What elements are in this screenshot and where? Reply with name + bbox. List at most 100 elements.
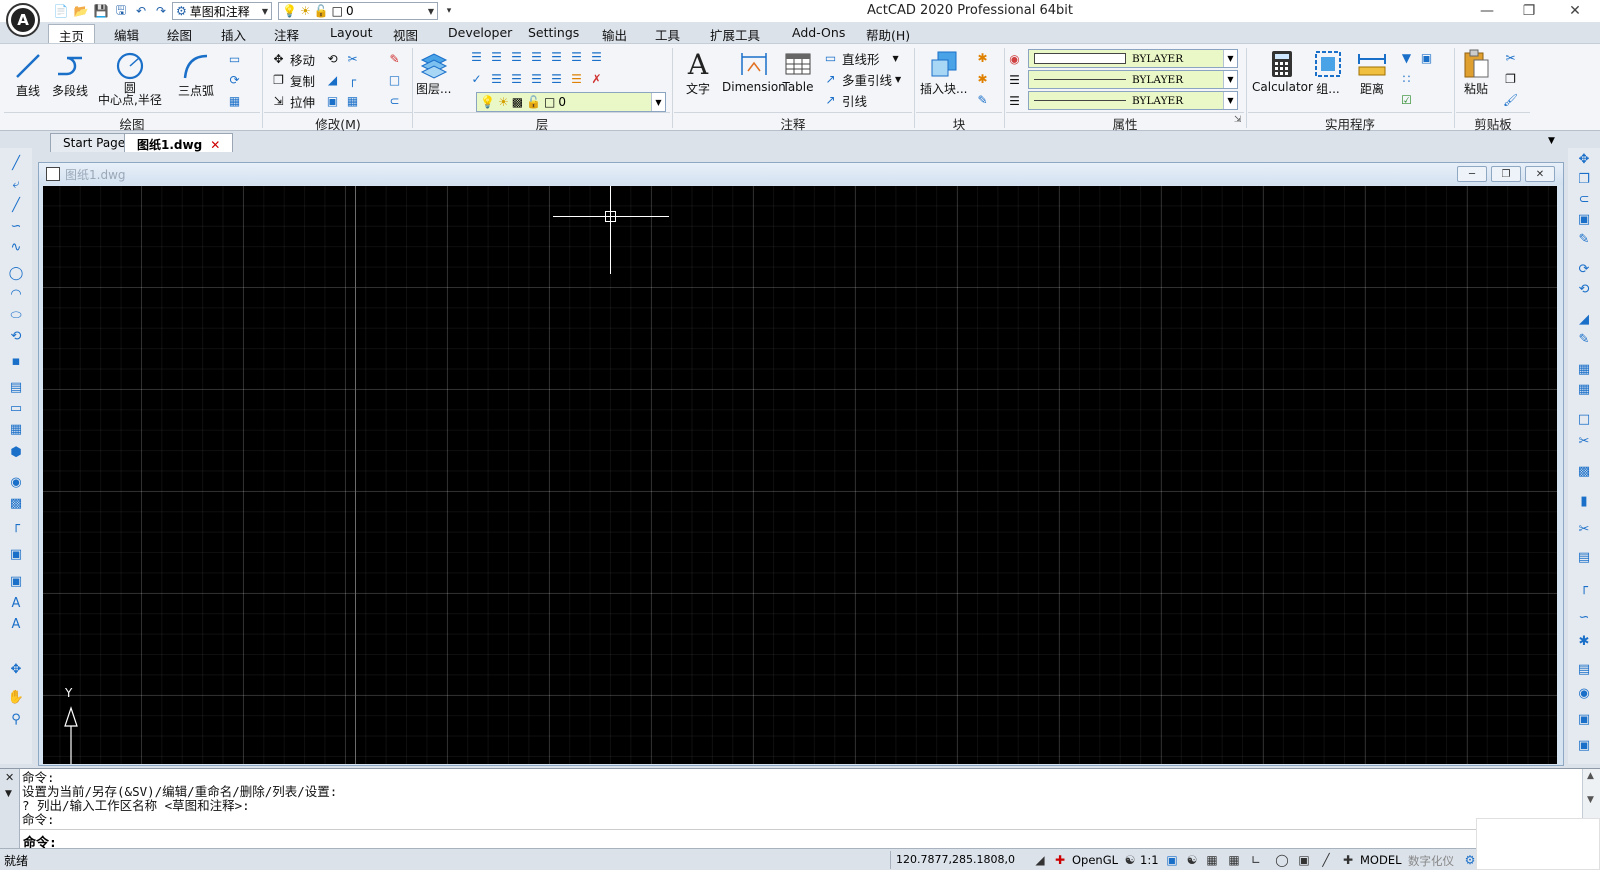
- close-command-icon[interactable]: ✕: [5, 771, 14, 784]
- layer-match-icon[interactable]: ☰: [508, 49, 525, 66]
- rectangle-button[interactable]: ▭: [226, 49, 243, 69]
- move-button[interactable]: ✥ 移动: [270, 49, 315, 69]
- purge-icon[interactable]: ☑: [1398, 92, 1415, 109]
- table-button[interactable]: Table: [782, 48, 814, 94]
- mdi-minimize-button[interactable]: ─: [1457, 166, 1487, 182]
- tab-help[interactable]: 帮助(H): [856, 24, 920, 43]
- layer-previous-icon[interactable]: ☰: [488, 49, 505, 66]
- mtext-tool-icon[interactable]: A: [6, 615, 26, 633]
- revolve-tool-icon[interactable]: ⟲: [1574, 280, 1594, 298]
- text-tool-icon[interactable]: A: [6, 594, 26, 612]
- annotation-visibility-icon[interactable]: ▣: [1164, 852, 1180, 868]
- layer-delete-icon[interactable]: ✗: [588, 71, 605, 88]
- tab-annotate[interactable]: 注释: [264, 24, 309, 43]
- linetype-select[interactable]: BYLAYER ▼: [1028, 70, 1238, 89]
- tab-edit[interactable]: 编辑: [104, 24, 149, 43]
- pencil-tool-icon[interactable]: ✎: [1574, 330, 1594, 348]
- mirror-tool-icon[interactable]: ◢: [1574, 310, 1594, 328]
- lineweight-display-icon[interactable]: ✚: [1340, 852, 1356, 868]
- dynamic-input-icon[interactable]: ◢: [1032, 852, 1048, 868]
- circle-tool-icon[interactable]: ◯: [6, 264, 26, 282]
- tab-insert[interactable]: 插入: [211, 24, 256, 43]
- color-select[interactable]: BYLAYER ▼: [1028, 49, 1238, 68]
- create-block-button[interactable]: ✱: [974, 48, 991, 68]
- table-tool-icon[interactable]: ▤: [6, 378, 26, 396]
- ortho-mode-icon[interactable]: ∟: [1248, 852, 1264, 868]
- tab-add-ons[interactable]: Add-Ons: [782, 24, 855, 43]
- group-button[interactable]: 组...: [1312, 48, 1344, 97]
- join-tool-icon[interactable]: ✂: [1574, 520, 1594, 538]
- properties-tool-icon[interactable]: ▤: [1574, 660, 1594, 678]
- tab-output[interactable]: 输出: [592, 24, 637, 43]
- region-tool-icon[interactable]: ⬢: [6, 443, 26, 461]
- model-space-canvas[interactable]: Y: [43, 186, 1557, 764]
- layer-on-icon[interactable]: ☰: [528, 71, 545, 88]
- scroll-up-icon[interactable]: ▲: [1587, 771, 1594, 781]
- layer-walk-icon[interactable]: ☰: [488, 71, 505, 88]
- ellipse-arc-tool-icon[interactable]: ⟲: [6, 327, 26, 345]
- pan-tool-icon[interactable]: ✥: [6, 660, 26, 678]
- block-tool-icon[interactable]: ▣: [6, 572, 26, 590]
- layer-off-icon[interactable]: ☰: [548, 49, 565, 66]
- rotate-button[interactable]: ⟲ ✂: [324, 49, 361, 69]
- arc-tool-icon[interactable]: ◠: [6, 285, 26, 303]
- group-tool-icon[interactable]: ▣: [1574, 710, 1594, 728]
- layer-thaw-icon[interactable]: ☰: [548, 71, 565, 88]
- explode-button[interactable]: ⊂: [386, 91, 403, 111]
- text-button[interactable]: A 文字: [682, 48, 714, 97]
- restore-button[interactable]: ❐: [1506, 0, 1552, 22]
- close-button[interactable]: ✕: [1552, 0, 1598, 22]
- filter-icon[interactable]: ▼: [1398, 50, 1415, 67]
- explode-tool-icon[interactable]: ✱: [1574, 632, 1594, 650]
- tab-tools[interactable]: 工具: [645, 24, 690, 43]
- linetype-button[interactable]: ☰: [1006, 70, 1023, 90]
- hatch-tool-icon[interactable]: ▦: [6, 420, 26, 438]
- stretch-button[interactable]: ⇲ 拉伸: [270, 91, 315, 111]
- wipeout-tool-icon[interactable]: ▩: [6, 494, 26, 512]
- utilities-group-label[interactable]: 实用程序: [1248, 112, 1452, 132]
- modify-group-label[interactable]: 修改(M): [264, 112, 412, 132]
- line-tool-icon[interactable]: ╱: [6, 154, 26, 172]
- color-picker-button[interactable]: ◉: [1006, 49, 1023, 69]
- grid-display-icon[interactable]: ▦: [1226, 852, 1242, 868]
- point-tool-icon[interactable]: ▪: [6, 352, 26, 370]
- break-tool-icon[interactable]: ▮: [1574, 492, 1594, 510]
- mirror-button[interactable]: ◢ ┌: [324, 70, 361, 90]
- insert-block-button[interactable]: 插入块...: [920, 48, 967, 97]
- app-menu-button[interactable]: A: [6, 3, 40, 37]
- polyline-tool-icon[interactable]: ⤶: [6, 175, 26, 193]
- model-space-toggle[interactable]: MODEL: [1360, 853, 1402, 867]
- layer-select[interactable]: 💡 ☀ ▩ 🔓 □ 0 ▼: [476, 92, 666, 112]
- move-tool-icon[interactable]: ✥: [1574, 150, 1594, 168]
- hardware-acceleration-icon[interactable]: ✚: [1052, 852, 1068, 868]
- paste-button[interactable]: 粘贴: [1460, 48, 1492, 97]
- close-tab-icon[interactable]: ✕: [210, 138, 220, 152]
- layer-make-current-icon[interactable]: ✓: [468, 71, 485, 88]
- quick-select-icon[interactable]: ▣: [1418, 50, 1435, 67]
- erase-tool-icon[interactable]: ✎: [1574, 230, 1594, 248]
- polyline-button[interactable]: 多段线: [52, 50, 88, 99]
- auto-scale-icon[interactable]: ☯: [1184, 852, 1200, 868]
- blend-tool-icon[interactable]: ∽: [1574, 608, 1594, 626]
- three-point-arc-button[interactable]: 三点弧: [178, 50, 214, 99]
- layer-state-icon[interactable]: ☰: [468, 49, 485, 66]
- hand-tool-icon[interactable]: ✋: [6, 688, 26, 706]
- distance-button[interactable]: 距离: [1356, 48, 1388, 97]
- layer-unlock-icon[interactable]: ☰: [568, 71, 585, 88]
- properties-group-label[interactable]: 属性: [1006, 112, 1244, 132]
- line-button[interactable]: 直线: [12, 50, 44, 99]
- command-options-icon[interactable]: ▼: [5, 789, 12, 799]
- tab-settings[interactable]: Settings: [518, 24, 589, 43]
- rectangle-tool-icon[interactable]: ▭: [6, 399, 26, 417]
- freehand-tool-icon[interactable]: ∿: [6, 238, 26, 256]
- rotate-small-button[interactable]: ⟳: [226, 70, 243, 90]
- layer-lock-icon[interactable]: ☰: [588, 49, 605, 66]
- copy-button[interactable]: ❐ 复制: [270, 70, 315, 90]
- offset-button[interactable]: □: [386, 70, 403, 90]
- cut-button[interactable]: ✂: [1502, 48, 1519, 68]
- fillet-tool-icon[interactable]: ┌: [1574, 578, 1594, 596]
- match-properties-button[interactable]: 🖌: [1502, 90, 1519, 110]
- region-button[interactable]: ▦: [226, 91, 243, 111]
- mdi-close-button[interactable]: ✕: [1525, 166, 1555, 182]
- copy-clip-button[interactable]: ❐: [1502, 69, 1519, 89]
